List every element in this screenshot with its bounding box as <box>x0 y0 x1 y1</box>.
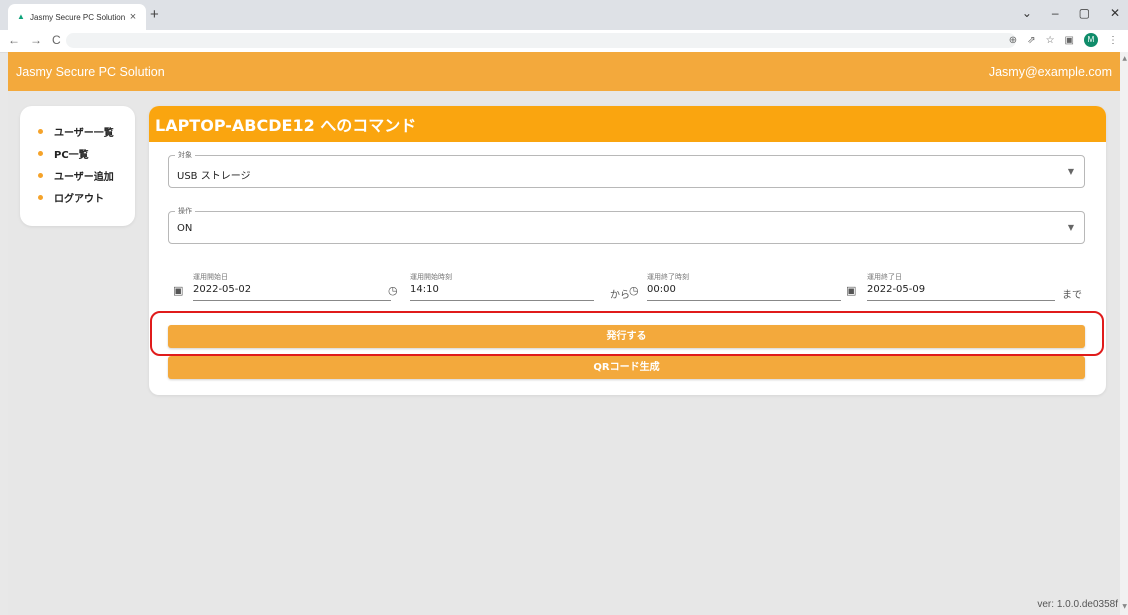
issue-button-highlight <box>150 311 1104 356</box>
page-scrollbar[interactable] <box>1120 52 1128 615</box>
share-icon[interactable]: ⇗ <box>1027 35 1035 46</box>
target-label: 対象 <box>175 150 195 160</box>
sidebar-item-user-list[interactable]: ユーザー一覧 <box>38 120 135 142</box>
start-time-field[interactable]: 運用開始時刻 ◷ 14:10 <box>388 272 598 302</box>
clock-icon[interactable]: ◷ <box>629 284 639 297</box>
tab-close-icon[interactable]: × <box>126 11 140 23</box>
operation-value: ON <box>177 223 193 234</box>
dropdown-arrow-icon: ▼ <box>1067 167 1074 176</box>
window-controls: ⌄ – ▢ ✕ <box>1022 6 1120 20</box>
browser-tab[interactable]: ▲ Jasmy Secure PC Solution × <box>8 4 146 30</box>
maximize-button[interactable]: ▢ <box>1079 6 1090 20</box>
until-text: まで <box>1062 290 1082 301</box>
bullet-icon <box>38 172 43 178</box>
zoom-icon[interactable]: ⊕ <box>1009 35 1017 46</box>
target-value: USB ストレージ <box>177 171 251 182</box>
start-date-input[interactable]: 2022-05-02 <box>193 282 391 301</box>
scroll-down-icon[interactable]: ▼ <box>1122 603 1127 610</box>
browser-menu-icon[interactable]: ⋮ <box>1108 35 1118 46</box>
new-tab-button[interactable]: + <box>150 6 159 23</box>
end-date-field[interactable]: 運用終了日 ▣ 2022-05-09 <box>846 272 1056 302</box>
calendar-icon[interactable]: ▣ <box>846 284 856 297</box>
dropdown-arrow-icon: ▼ <box>1067 223 1074 232</box>
side-navigation: ユーザー一覧 PC一覧 ユーザー追加 ログアウト <box>20 106 135 226</box>
bullet-icon <box>38 150 43 156</box>
app-header: Jasmy Secure PC Solution Jasmy@example.c… <box>8 52 1120 91</box>
bookmark-star-icon[interactable]: ☆ <box>1046 35 1055 46</box>
end-time-input[interactable]: 00:00 <box>647 282 841 301</box>
qr-code-button[interactable]: QRコード生成 <box>168 356 1085 379</box>
toolbar-icons: ⊕ ⇗ ☆ ▣ M ⋮ <box>1009 33 1118 47</box>
sidebar-item-label: ユーザー追加 <box>54 171 114 183</box>
back-icon[interactable]: ← <box>8 33 20 47</box>
close-window-button[interactable]: ✕ <box>1110 6 1120 20</box>
forward-icon[interactable]: → <box>30 33 42 47</box>
end-date-label: 運用終了日 <box>867 273 902 281</box>
clock-icon[interactable]: ◷ <box>388 284 398 297</box>
sidebar-item-label: ユーザー一覧 <box>54 127 114 139</box>
sidebar-item-logout[interactable]: ログアウト <box>38 186 135 208</box>
address-bar[interactable] <box>66 33 1016 48</box>
bullet-icon <box>38 194 43 200</box>
start-date-label: 運用開始日 <box>193 273 228 281</box>
browser-tab-bar: ▲ Jasmy Secure PC Solution × + ⌄ – ▢ ✕ <box>0 0 1128 30</box>
browser-toolbar: ← → C ⊕ ⇗ ☆ ▣ M ⋮ <box>0 30 1128 53</box>
tab-title: Jasmy Secure PC Solution <box>30 12 126 22</box>
operation-label: 操作 <box>175 206 195 216</box>
jasmy-favicon-icon: ▲ <box>17 12 25 21</box>
sidebar-item-add-user[interactable]: ユーザー追加 <box>38 164 135 186</box>
start-date-field[interactable]: 運用開始日 ▣ 2022-05-02 <box>173 272 391 302</box>
tab-search-icon[interactable]: ⌄ <box>1022 6 1032 20</box>
app-title[interactable]: Jasmy Secure PC Solution <box>16 65 165 79</box>
bullet-icon <box>38 128 43 134</box>
side-panel-icon[interactable]: ▣ <box>1065 35 1074 46</box>
end-date-input[interactable]: 2022-05-09 <box>867 282 1055 301</box>
version-text: ver: 1.0.0.de0358f <box>1037 599 1118 610</box>
nav-buttons: ← → C <box>8 33 61 47</box>
sidebar-item-label: ログアウト <box>54 193 104 205</box>
start-time-input[interactable]: 14:10 <box>410 282 594 301</box>
end-time-label: 運用終了時刻 <box>647 273 689 281</box>
calendar-icon[interactable]: ▣ <box>173 284 183 297</box>
card-title: LAPTOP-ABCDE12 へのコマンド <box>149 106 1106 142</box>
sidebar-item-pc-list[interactable]: PC一覧 <box>38 142 135 164</box>
operation-select[interactable]: 操作 ON ▼ <box>168 206 1085 244</box>
scroll-up-icon[interactable]: ▲ <box>1122 55 1127 62</box>
sidebar-item-label: PC一覧 <box>54 149 89 161</box>
from-text: から <box>610 290 630 301</box>
end-time-field[interactable]: 運用終了時刻 ◷ 00:00 <box>629 272 844 302</box>
minimize-button[interactable]: – <box>1052 6 1059 20</box>
user-email: Jasmy@example.com <box>988 64 1112 79</box>
profile-avatar[interactable]: M <box>1084 33 1098 47</box>
reload-icon[interactable]: C <box>52 33 61 47</box>
target-select[interactable]: 対象 USB ストレージ ▼ <box>168 150 1085 188</box>
start-time-label: 運用開始時刻 <box>410 273 452 281</box>
